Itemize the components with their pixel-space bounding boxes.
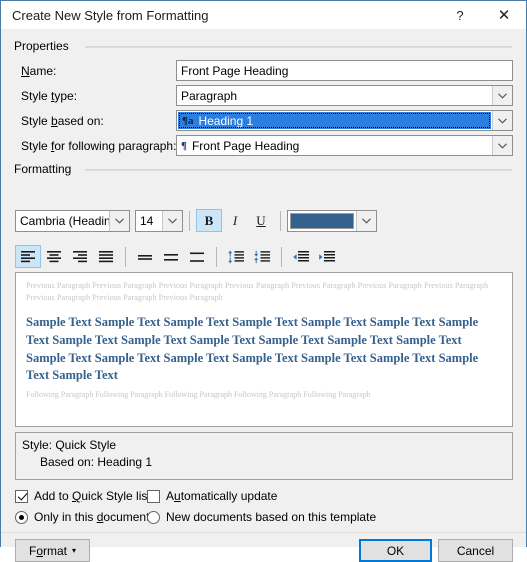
automatically-update-checkbox[interactable] — [147, 489, 160, 503]
formatting-group-label: Formatting — [14, 162, 77, 176]
automatically-update-option[interactable]: Automatically update — [147, 489, 277, 503]
decrease-paragraph-spacing-button[interactable] — [223, 245, 249, 268]
chevron-down-icon[interactable] — [356, 210, 376, 231]
style-based-on-label: Style based on: — [21, 114, 104, 128]
only-in-this-document-radio[interactable] — [15, 510, 28, 524]
increase-indent-button[interactable] — [314, 245, 340, 268]
new-documents-based-on-template-label: New documents based on this template — [166, 510, 377, 524]
toolbar-separator — [281, 246, 282, 267]
chevron-down-icon[interactable] — [492, 86, 512, 105]
bold-label: B — [204, 212, 214, 228]
chevron-down-icon[interactable] — [162, 210, 182, 231]
decrease-indent-button[interactable] — [288, 245, 314, 268]
properties-group-label: Properties — [14, 39, 74, 53]
add-to-quick-style-list-label: Add to Quick Style list — [34, 489, 151, 503]
toolbar-separator — [189, 210, 190, 231]
chevron-down-icon[interactable] — [492, 136, 512, 155]
font-family-combo[interactable]: Cambria (Headings) — [15, 209, 130, 232]
style-description-box: Style: Quick Style Based on: Heading 1 — [15, 432, 513, 480]
create-new-style-dialog: Create New Style from Formatting ? ✕ Pro… — [0, 0, 527, 562]
font-family-value: Cambria (Headings) — [20, 213, 109, 228]
italic-label: I — [232, 212, 238, 228]
style-based-on-combo[interactable]: ¶a Heading 1 — [176, 110, 513, 131]
ok-button[interactable]: OK — [359, 539, 432, 562]
add-to-quick-style-list-checkbox[interactable] — [15, 489, 28, 503]
underline-button[interactable]: U — [248, 209, 274, 232]
style-type-combo[interactable]: Paragraph — [176, 85, 513, 106]
add-to-quick-style-list-option[interactable]: Add to Quick Style list — [15, 489, 151, 503]
font-toolbar: Cambria (Headings) 14 B I U — [15, 209, 377, 232]
description-line-based-on: Based on: Heading 1 — [40, 455, 153, 470]
properties-group-divider — [85, 46, 512, 48]
help-icon[interactable]: ? — [438, 1, 482, 29]
format-button-label: Format — [28, 543, 67, 558]
style-type-label: Style type: — [21, 89, 78, 103]
name-label: Name: — [21, 64, 57, 78]
chevron-down-icon[interactable] — [492, 111, 512, 130]
preview-previous-paragraph: Previous Paragraph Previous Paragraph Pr… — [26, 281, 489, 302]
increase-paragraph-spacing-button[interactable] — [249, 245, 275, 268]
underline-label: U — [256, 212, 266, 228]
style-following-paragraph-combo[interactable]: ¶ Front Page Heading — [176, 135, 513, 156]
font-size-combo[interactable]: 14 — [135, 209, 183, 232]
font-color-combo[interactable] — [287, 209, 377, 232]
preview-sample-text: Sample Text Sample Text Sample Text Samp… — [26, 315, 479, 383]
dialog-body: Properties Name: Front Page Heading Styl… — [1, 29, 526, 562]
line-spacing-single-button[interactable] — [132, 245, 158, 268]
line-spacing-double-button[interactable] — [184, 245, 210, 268]
footer-divider — [1, 532, 526, 533]
style-based-on-value: Heading 1 — [198, 113, 254, 128]
description-line-style: Style: Quick Style — [22, 438, 117, 452]
align-justify-button[interactable] — [93, 245, 119, 268]
bold-button[interactable]: B — [196, 209, 222, 232]
new-documents-based-on-template-radio[interactable] — [147, 510, 160, 524]
font-color-swatch — [290, 212, 354, 229]
automatically-update-label: Automatically update — [166, 489, 278, 503]
preview-following-paragraph: Following Paragraph Following Paragraph … — [26, 390, 371, 400]
paragraph-toolbar — [15, 245, 340, 268]
paragraph-style-icon: ¶a — [182, 114, 194, 127]
title-bar: Create New Style from Formatting ? ✕ — [1, 1, 526, 29]
only-in-this-document-label: Only in this document — [34, 510, 150, 524]
caret-down-icon: ▾ — [72, 546, 77, 555]
chevron-down-icon[interactable] — [109, 210, 129, 231]
italic-button[interactable]: I — [222, 209, 248, 232]
style-type-value: Paragraph — [181, 88, 238, 103]
style-following-value-wrap: ¶ Front Page Heading — [177, 136, 492, 155]
formatting-group-divider — [85, 169, 512, 171]
only-in-this-document-option[interactable]: Only in this document — [15, 510, 149, 524]
pilcrow-icon: ¶ — [181, 139, 187, 152]
style-preview-pane: Previous Paragraph Previous Paragraph Pr… — [15, 272, 513, 427]
dialog-title: Create New Style from Formatting — [12, 7, 209, 23]
style-name-input[interactable]: Front Page Heading — [176, 60, 513, 81]
align-left-button[interactable] — [15, 245, 41, 268]
format-button[interactable]: Format ▾ — [15, 539, 90, 562]
line-spacing-1-5-button[interactable] — [158, 245, 184, 268]
toolbar-separator — [216, 246, 217, 267]
align-center-button[interactable] — [41, 245, 67, 268]
cancel-button[interactable]: Cancel — [438, 539, 513, 562]
close-icon[interactable]: ✕ — [482, 1, 526, 29]
style-following-paragraph-label: Style for following paragraph: — [21, 139, 177, 153]
toolbar-separator — [280, 210, 281, 231]
style-following-value: Front Page Heading — [191, 138, 300, 153]
font-color-swatch-wrap — [288, 211, 356, 231]
title-bar-buttons: ? ✕ — [438, 1, 526, 29]
align-right-button[interactable] — [67, 245, 93, 268]
font-size-value: 14 — [140, 213, 154, 228]
style-based-on-value-wrap: ¶a Heading 1 — [178, 112, 491, 129]
new-documents-based-on-template-option[interactable]: New documents based on this template — [147, 510, 376, 524]
toolbar-separator — [125, 246, 126, 267]
